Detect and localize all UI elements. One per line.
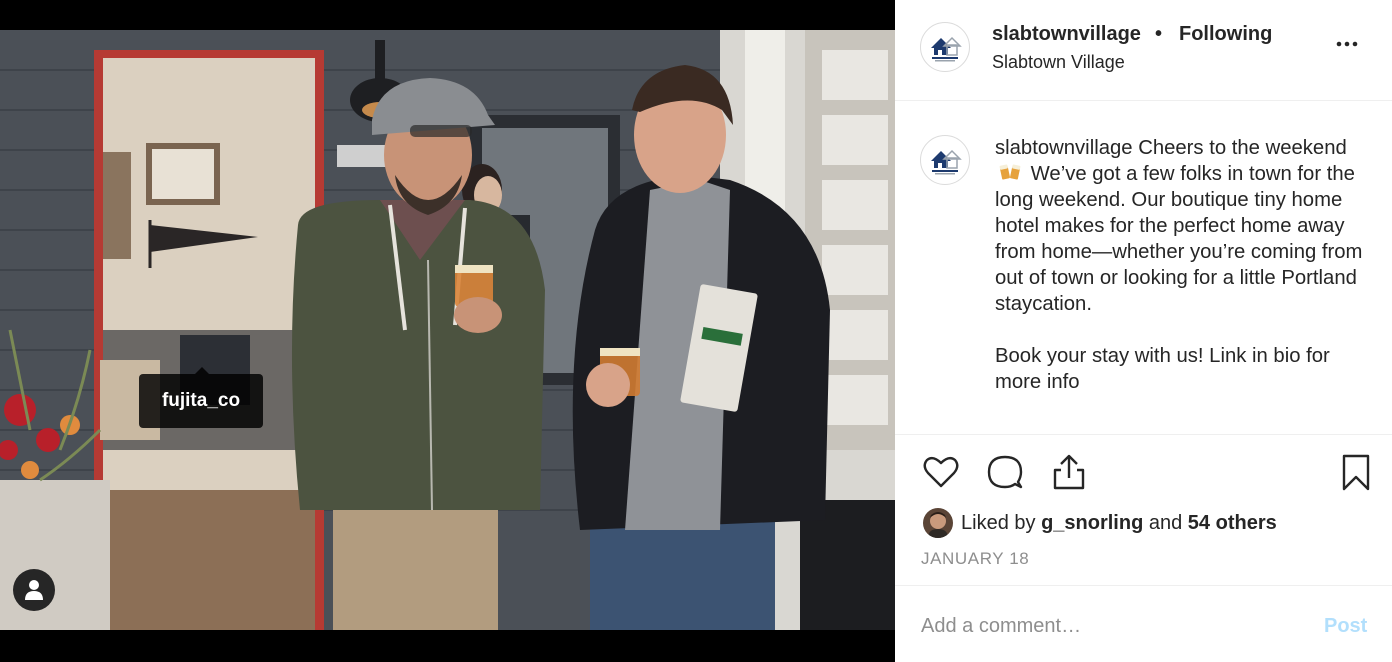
comment-button[interactable] — [985, 452, 1025, 497]
more-options-button[interactable] — [1335, 26, 1359, 57]
action-bar — [895, 452, 1392, 498]
comment-bar: Post — [895, 585, 1392, 662]
caption-username[interactable]: slabtownvillage — [995, 137, 1133, 159]
liker-avatar[interactable] — [923, 508, 953, 538]
beer-emoji — [999, 162, 1021, 182]
caption-text-part2: We’ve got a few folks in town for the lo… — [995, 163, 1363, 315]
more-horizontal-icon — [1336, 41, 1358, 47]
slabtown-logo-icon — [925, 140, 965, 180]
user-tags-button[interactable] — [13, 569, 55, 611]
person-icon — [25, 580, 43, 600]
post-date[interactable]: JANUARY 18 — [921, 549, 1029, 569]
following-button[interactable]: Following — [1179, 23, 1272, 46]
liked-by-prefix: Liked by — [961, 511, 1036, 534]
likes-others-link[interactable]: 54 others — [1188, 512, 1277, 535]
caption-text-part3: Book your stay with us! Link in bio for … — [995, 345, 1330, 393]
post-side-panel: slabtownvillage • Following Slabtown Vil… — [895, 0, 1392, 662]
post-header: slabtownvillage • Following Slabtown Vil… — [895, 0, 1392, 101]
like-button[interactable] — [921, 452, 961, 497]
post-photo[interactable] — [0, 30, 895, 630]
likes-and: and — [1148, 511, 1183, 534]
photo-pane: fujita_co — [0, 0, 895, 662]
heart-icon — [923, 456, 959, 488]
share-icon — [1053, 454, 1085, 490]
user-tag-username: fujita_co — [161, 390, 241, 411]
post-caption: slabtownvillage Cheers to the weekend We… — [995, 135, 1380, 395]
post-comment-button[interactable]: Post — [1324, 615, 1367, 638]
likes-summary: Liked by g_snorling and 54 others — [923, 507, 1277, 539]
comment-input[interactable] — [921, 608, 1301, 644]
caption-avatar[interactable] — [920, 135, 970, 185]
account-avatar[interactable] — [920, 22, 970, 72]
header-username[interactable]: slabtownvillage — [992, 23, 1141, 46]
caption-area: slabtownvillage Cheers to the weekend We… — [895, 101, 1392, 435]
bookmark-icon — [1342, 454, 1370, 491]
save-button[interactable] — [1336, 452, 1376, 497]
liker-avatar-image — [923, 508, 953, 538]
comment-icon — [987, 455, 1023, 489]
location-link[interactable]: Slabtown Village — [992, 52, 1125, 73]
post-photo-illustration — [0, 30, 895, 630]
clinking-beers-icon — [999, 164, 1021, 180]
user-tag-label[interactable]: fujita_co — [139, 367, 263, 428]
first-liker-username[interactable]: g_snorling — [1041, 512, 1143, 535]
slabtown-logo-icon — [925, 27, 965, 67]
header-separator: • — [1155, 23, 1163, 45]
caption-text-part1: Cheers to the weekend — [1138, 137, 1347, 159]
share-button[interactable] — [1049, 452, 1089, 497]
